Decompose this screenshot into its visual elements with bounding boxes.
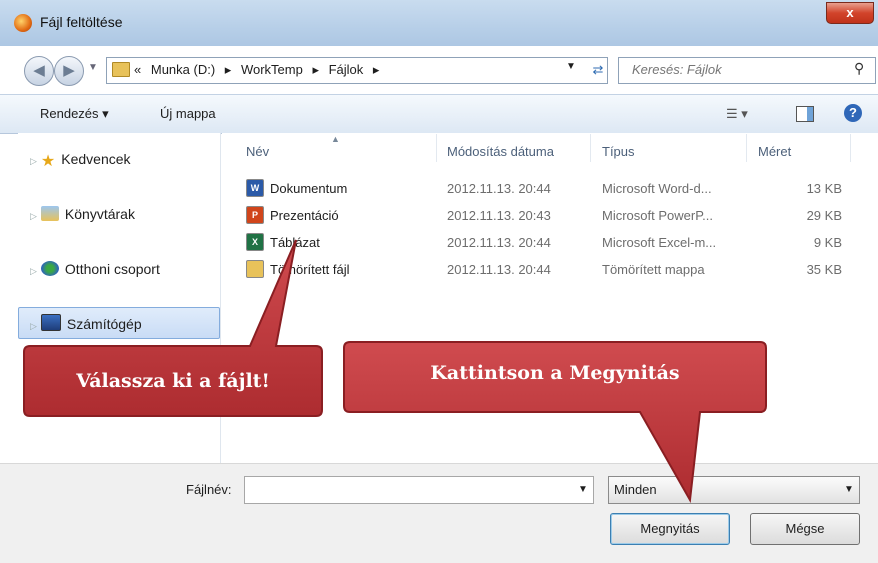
sidebar-item-computer[interactable]: ▷ Számítógép [30,314,142,332]
breadcrumb-arrow[interactable]: ▸ [225,62,232,77]
file-name[interactable]: Prezentáció [270,208,339,223]
file-size: 13 KB [806,181,842,196]
filter-dropdown-icon[interactable]: ▼ [844,484,854,495]
sidebar-item-label: Könyvtárak [64,206,135,222]
computer-icon [40,314,61,331]
view-options-icon[interactable]: ☰ ▾ [726,106,748,122]
word-icon: W [246,179,264,197]
file-type: Microsoft Word-d... [602,181,712,196]
sidebar-item-label: Kedvencek [61,151,131,167]
forward-button[interactable]: ▶ [54,56,84,86]
navigation-pane [18,133,221,463]
window-title: Fájl feltöltése [40,14,123,30]
file-size: 9 KB [813,235,842,250]
file-date: 2012.11.13. 20:44 [447,181,551,196]
column-header-date[interactable]: Módosítás dátuma [447,144,554,159]
expand-icon[interactable]: ▷ [30,156,37,166]
column-divider[interactable] [590,134,591,162]
new-folder-button[interactable]: Új mappa [160,106,216,121]
sidebar-item-label: Otthoni csoport [64,261,160,277]
file-name[interactable]: Tömörített fájl [270,262,349,277]
open-button[interactable]: Megnyitás [610,513,730,545]
expand-icon[interactable]: ▷ [30,211,37,221]
column-divider[interactable] [850,134,851,162]
file-date: 2012.11.13. 20:44 [447,262,551,277]
sidebar-item-homegroup[interactable]: ▷ Otthoni csoport [30,261,160,277]
column-header-size[interactable]: Méret [758,144,791,159]
filename-input[interactable] [244,476,594,504]
breadcrumb-drive[interactable]: Munka (D:) [151,62,215,77]
expand-icon[interactable]: ▷ [30,266,37,276]
column-divider[interactable] [746,134,747,162]
file-name[interactable]: Táblázat [270,235,320,250]
firefox-icon [14,14,32,32]
help-icon[interactable]: ? [844,104,862,122]
address-dropdown-icon[interactable]: ▼ [566,61,576,72]
column-header-name[interactable]: Név [246,144,269,159]
file-size: 29 KB [806,208,842,223]
homegroup-icon [40,261,59,276]
sort-ascending-icon: ▲ [331,134,340,144]
breadcrumb: « Munka (D:) ▸ WorkTemp ▸ Fájlok ▸ [134,62,385,78]
back-button[interactable]: ◀ [24,56,54,86]
sidebar-item-favorites[interactable]: ▷ ★ Kedvencek [30,151,131,170]
file-date: 2012.11.13. 20:43 [447,208,551,223]
breadcrumb-worktemp[interactable]: WorkTemp [241,62,303,77]
sidebar-item-label: Számítógép [66,316,142,332]
sidebar-item-libraries[interactable]: ▷ Könyvtárak [30,206,135,222]
title-bar [0,0,878,46]
callout-select-file: Válassza ki a fájlt! [76,370,270,392]
zip-icon [246,260,264,278]
folder-icon [112,62,130,77]
excel-icon: X [246,233,264,251]
file-type: Microsoft PowerP... [602,208,714,223]
filename-label: Fájlnév: [186,482,232,497]
search-icon[interactable]: ⚲ [854,60,864,77]
close-button[interactable]: x [826,2,874,24]
powerpoint-icon: P [246,206,264,224]
history-dropdown-icon[interactable]: ▼ [88,62,98,73]
file-date: 2012.11.13. 20:44 [447,235,551,250]
column-header-type[interactable]: Típus [602,144,635,159]
breadcrumb-arrow[interactable]: ▸ [312,62,319,77]
cancel-button[interactable]: Mégse [750,513,860,545]
file-name[interactable]: Dokumentum [270,181,347,196]
expand-icon[interactable]: ▷ [30,321,37,331]
search-input[interactable] [632,62,832,77]
preview-pane-icon[interactable] [796,106,814,122]
breadcrumb-overflow[interactable]: « [134,62,141,77]
file-size: 35 KB [806,262,842,277]
file-type-filter-value: Minden [614,482,657,497]
column-divider[interactable] [436,134,437,162]
library-icon [40,206,59,221]
refresh-icon[interactable]: ⇄ [586,57,610,82]
file-type: Microsoft Excel-m... [602,235,717,250]
breadcrumb-fajlok[interactable]: Fájlok [329,62,364,77]
file-type: Tömörített mappa [602,262,705,277]
callout-click-open: Kattintson a Megynitás [430,362,680,384]
organize-button[interactable]: Rendezés ▾ [40,106,109,122]
breadcrumb-arrow[interactable]: ▸ [373,62,380,77]
star-icon: ★ [40,153,56,170]
filename-dropdown-icon[interactable]: ▼ [578,484,588,495]
